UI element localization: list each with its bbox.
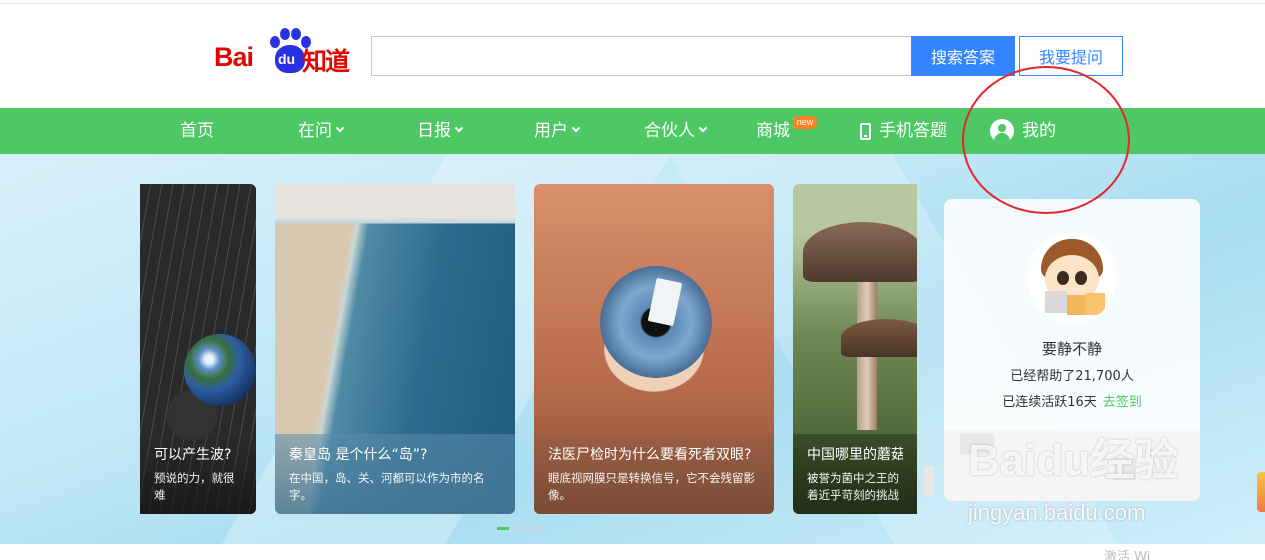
activate-windows-text: 激活 Wi (1104, 550, 1151, 560)
search-answer-button[interactable]: 搜索答案 (911, 36, 1015, 76)
card-title: 秦皇岛 是个什么“岛”? (289, 447, 428, 463)
card-desc: 被誉为菌中之王的 着近乎苛刻的挑战 (807, 471, 899, 502)
chevron-down-icon (571, 123, 581, 133)
active-streak: 已连续活跃16天 去签到 (1002, 395, 1142, 410)
carousel-dot[interactable] (513, 527, 525, 530)
side-decoration (1257, 472, 1265, 512)
nav-item-home[interactable]: 首页 (180, 108, 214, 154)
earth-image (184, 334, 256, 406)
signin-link[interactable]: 去签到 (1103, 395, 1142, 410)
baidu-zhidao-logo[interactable]: Bai du 知道 (214, 26, 354, 76)
card-title: 中国哪里的蘑菇最 (807, 447, 903, 463)
watermark-text: Baidu经验 (968, 436, 1179, 485)
carousel-card[interactable]: 秦皇岛 是个什么“岛”? 在中国，岛、关、河都可以作为市的名字。 (275, 184, 515, 514)
chevron-down-icon (454, 123, 464, 133)
annotation-circle (962, 66, 1130, 214)
card-caption: ​可以产生波? 预说的力，就很难 (140, 434, 256, 514)
carousel-card[interactable]: ​可以产生波? 预说的力，就很难 (140, 184, 256, 514)
mushroom-image (803, 222, 917, 282)
nav-item-mobile-answer[interactable]: 手机答题 (860, 108, 947, 154)
watermark-url: jingyan.baidu.com (968, 500, 1146, 525)
carousel-card[interactable]: 法医尸检时为什么要看死者双眼? 眼底视网膜只是转换信号，它不会残留影像。 (534, 184, 774, 514)
nav-item-users[interactable]: 用户 (534, 108, 581, 154)
top-divider (0, 3, 1265, 4)
new-badge: new (793, 116, 817, 129)
nav-item-asking[interactable]: 在问 (298, 108, 345, 154)
card-title: ​可以产生波? (154, 447, 232, 463)
card-caption: 秦皇岛 是个什么“岛”? 在中国，岛、关、河都可以作为市的名字。 (275, 434, 515, 514)
phone-icon (860, 122, 871, 140)
avatar[interactable] (1027, 233, 1117, 323)
carousel-dot[interactable] (529, 527, 541, 530)
card-title: 法医尸检时为什么要看死者双眼? (548, 447, 752, 463)
search-input[interactable] (371, 36, 912, 76)
username[interactable]: 要静不静 (944, 338, 1200, 359)
nav-item-mall[interactable]: 商城 (756, 108, 790, 154)
card-caption: 法医尸检时为什么要看死者双眼? 眼底视网膜只是转换信号，它不会残留影像。 (534, 434, 774, 514)
logo-bai-text: Bai (214, 42, 254, 72)
helped-count: 已经帮助了21,700人 (1010, 369, 1134, 384)
carousel-card[interactable]: 中国哪里的蘑菇最 被誉为菌中之王的 着近乎苛刻的挑战 (793, 184, 917, 514)
chevron-down-icon (698, 123, 708, 133)
card-desc: 预说的力，就很难 (154, 471, 235, 502)
chevron-down-icon (335, 123, 345, 133)
card-desc: 在中国，岛、关、河都可以作为市的名字。 (289, 471, 485, 502)
carousel-pagination (497, 527, 541, 530)
watermark: Baidu经验 jingyan.baidu.com (924, 422, 1210, 534)
card-desc: 眼底视网膜只是转换信号，它不会残留影像。 (548, 471, 755, 502)
logo-zhidao-text: 知道 (302, 47, 350, 76)
logo-du-text: du (278, 51, 296, 67)
card-caption: 中国哪里的蘑菇最 被誉为菌中之王的 着近乎苛刻的挑战 (793, 434, 917, 514)
nav-item-daily[interactable]: 日报 (417, 108, 464, 154)
nav-item-partner[interactable]: 合伙人 (644, 108, 708, 154)
carousel-dot[interactable] (497, 527, 509, 530)
